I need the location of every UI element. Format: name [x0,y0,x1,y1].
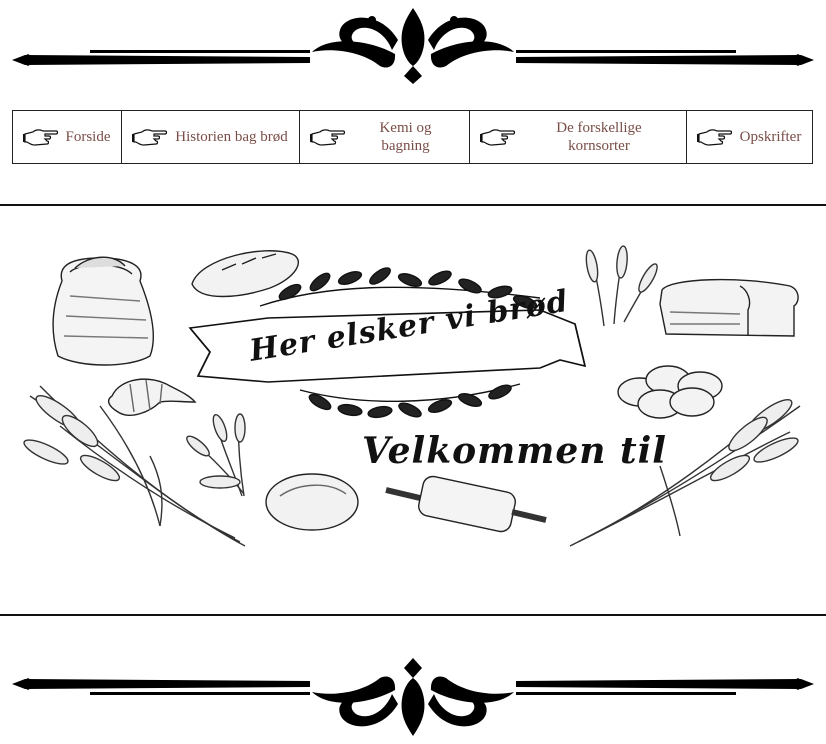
ornamental-flourish-icon [12,8,814,84]
pointing-hand-icon [697,129,733,146]
nav-item-kemi-og-bagning[interactable]: Kemi og bagning [299,110,470,164]
nav-label: Historien bag brød [175,129,288,145]
croissant-icon [107,378,197,416]
main-nav: Forside Historien bag brød Kemi og bagni… [12,110,813,164]
pointing-hand-icon [23,129,59,146]
pointing-hand-icon [310,129,346,146]
bakery-illustration [23,245,801,547]
pointing-hand-icon [132,129,168,146]
nav-item-forside[interactable]: Forside [12,110,122,164]
bread-loaf-icon [191,250,299,298]
ornamental-flourish-icon [12,658,814,736]
pointing-hand-icon [480,129,516,146]
nav-label: Forside [65,129,111,145]
braided-bread-icon [617,365,723,419]
wheat-sprig-icon [585,245,658,327]
top-ornament-divider [12,8,814,84]
flour-sack-icon [52,256,154,366]
nav-item-opskrifter[interactable]: Opskrifter [686,110,813,164]
laurel-branch-icon [299,383,521,419]
nav-label: Opskrifter [739,129,802,145]
nav-label: De forskellige kornsorter [556,120,642,154]
welcome-heading: Velkommen til [362,430,667,472]
rolling-pin-icon [385,475,547,533]
nav-item-historien-bag-brod[interactable]: Historien bag brød [121,110,300,164]
nav-item-de-forskellige-kornsorter[interactable]: De forskellige kornsorter [469,110,687,164]
bottom-ornament-divider [12,658,814,736]
hero-banner: Her elsker vi brød Velkommen til [0,204,826,616]
round-bread-icon [265,473,359,531]
sandwich-loaf-icon [659,278,799,337]
wheat-sprig-icon [186,413,246,497]
nav-label: Kemi og bagning [379,120,432,154]
